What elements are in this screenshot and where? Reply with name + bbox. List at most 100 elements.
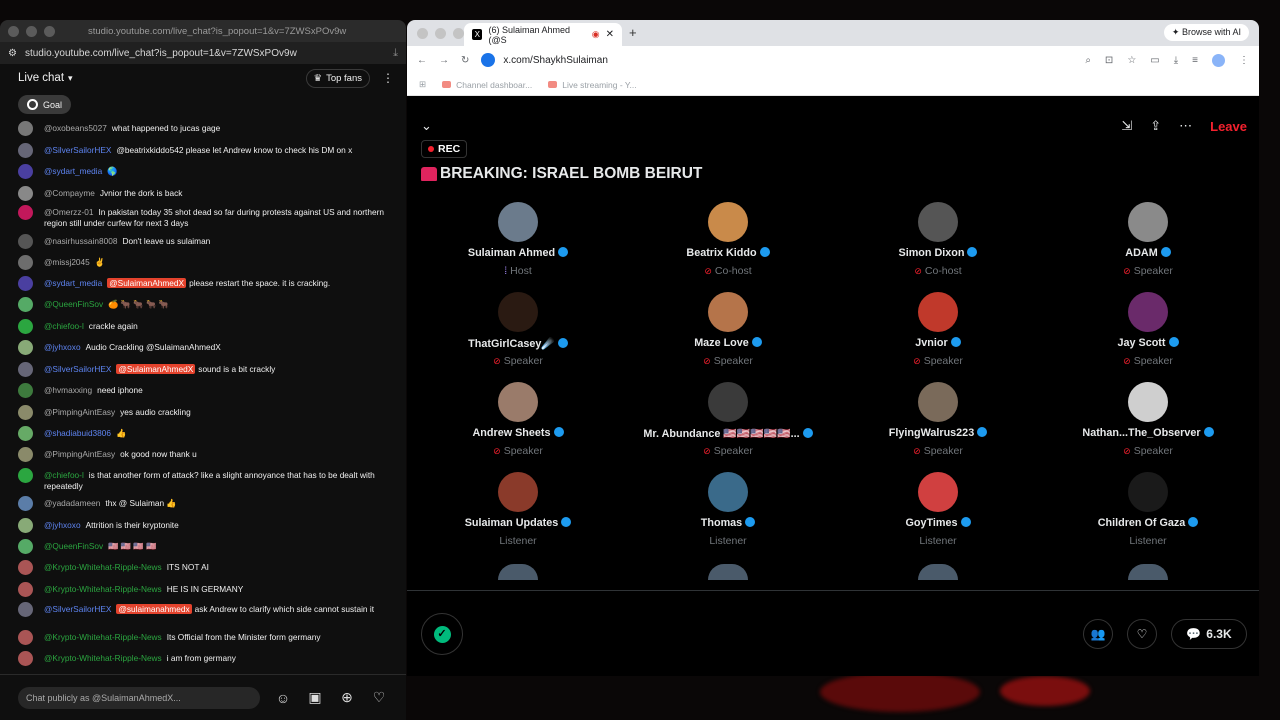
avatar[interactable] [708,564,748,580]
chat-author[interactable]: @Omerzz-01 [44,207,93,217]
chat-author[interactable]: @nasirhussain8008 [44,236,117,246]
chat-author[interactable]: @Krypto-Whitehat-Ripple-News [44,562,162,572]
avatar[interactable] [18,143,33,158]
participant[interactable]: ADAM ⊘ Speaker [1048,202,1248,277]
back-icon[interactable]: ← [417,55,427,66]
minimize-window-dot[interactable] [26,25,37,37]
avatar[interactable] [708,382,748,422]
avatar[interactable] [498,564,538,580]
sidepanel-icon[interactable]: ▭ [1150,55,1159,66]
chat-author[interactable]: @QueenFinSov [44,541,103,551]
avatar[interactable] [18,447,33,462]
chat-message[interactable]: @hvmaxxing need iphone [18,383,392,398]
participant[interactable]: Mr. Abundance 🇺🇸🇺🇸🇺🇸🇺🇸🇺🇸... ⊘ Speaker [628,382,828,457]
more-options-icon[interactable]: ⋯ [1179,118,1192,134]
address-url[interactable]: x.com/ShaykhSulaiman [503,55,608,66]
request-to-speak-button[interactable]: ✓ [421,613,463,655]
chat-author[interactable]: @sydart_media [44,166,102,176]
profile-avatar[interactable] [1212,53,1225,67]
avatar[interactable] [18,630,33,645]
add-icon[interactable]: ⊕ [338,689,356,706]
participant[interactable]: Jay Scott ⊘ Speaker [1048,292,1248,367]
avatar[interactable] [498,202,538,242]
comments-button[interactable]: 💬 6.3K [1171,619,1247,649]
minimize-space-icon[interactable]: ⇲ [1121,118,1132,134]
avatar[interactable] [918,382,958,422]
chat-author[interactable]: @missj2045 [44,257,90,267]
avatar[interactable] [18,340,33,355]
chat-message[interactable]: @SilverSailorHEX @beatrixkiddo542 please … [18,143,392,158]
close-window-dot[interactable] [417,27,428,39]
avatar[interactable] [18,186,33,201]
avatar[interactable] [708,202,748,242]
more-options-icon[interactable]: ⋮ [382,71,394,85]
people-button[interactable]: 👥 [1083,619,1113,649]
chat-message[interactable]: @sydart_media @SulaimanAhmedX please resta… [18,276,392,291]
avatar[interactable] [1128,202,1168,242]
reload-icon[interactable]: ↻ [461,55,469,66]
bookmark-live-streaming[interactable]: Live streaming - Y... [548,80,637,90]
chat-author[interactable]: @jyhxoxo [44,342,81,352]
chat-message[interactable]: @Krypto-Whitehat-Ripple-News HE IS IN GER… [18,582,392,597]
super-chat-icon[interactable]: ▣ [306,689,324,706]
chat-author[interactable]: @Krypto-Whitehat-Ripple-News [44,632,162,642]
chat-url-bar[interactable]: ⚙ studio.youtube.com/live_chat?is_popout… [0,42,406,64]
chat-author[interactable]: @QueenFinSov [44,299,103,309]
chat-author[interactable]: @yadadameen [44,498,100,508]
avatar[interactable] [1128,472,1168,512]
emoji-icon[interactable]: ☺ [274,690,292,706]
avatar[interactable] [18,383,33,398]
avatar[interactable] [18,319,33,334]
chat-author[interactable]: @PimpingAintEasy [44,407,115,417]
avatar[interactable] [498,382,538,422]
chat-author[interactable]: @SilverSailorHEX [44,364,111,374]
download-icon[interactable]: ⤓ [1174,55,1178,66]
avatar[interactable] [918,202,958,242]
address-bar[interactable]: x.com/ShaykhSulaiman [481,53,1073,67]
goal-button[interactable]: Goal [18,95,72,114]
participant[interactable]: Simon Dixon ⊘ Co-host [838,202,1038,277]
avatar[interactable] [708,292,748,332]
chat-message[interactable]: @shadiabuid3806 👍 [18,426,392,441]
avatar[interactable] [1128,564,1168,580]
chat-message[interactable]: @PimpingAintEasy ok good now thank u [18,447,392,462]
chat-author[interactable]: @oxobeans5027 [44,123,107,133]
avatar[interactable] [918,564,958,580]
chevron-down-icon[interactable]: ▾ [68,73,73,84]
avatar[interactable] [18,121,33,136]
heart-icon[interactable]: ♡ [370,689,388,706]
avatar[interactable] [498,472,538,512]
avatar[interactable] [708,472,748,512]
chat-message[interactable]: @Omerzz-01 In pakistan today 35 shot dead… [18,205,392,228]
chat-message[interactable]: @oxobeans5027 what happened to jucas gage [18,121,392,136]
live-chat-label[interactable]: Live chat [18,72,64,84]
avatar[interactable] [18,651,33,666]
forward-icon[interactable]: → [439,55,449,66]
chat-message[interactable]: @Compayme Jvnior the dork is back [18,186,392,201]
participant[interactable]: Thomas Listener [628,472,828,547]
chat-message[interactable]: @chiefoo-l is that another form of attack… [18,468,392,491]
chat-author[interactable]: @PimpingAintEasy [44,449,115,459]
browse-with-ai-button[interactable]: ✦ Browse with AI [1163,24,1249,41]
chat-message-list[interactable]: @oxobeans5027 what happened to jucas gage… [0,121,406,693]
chat-input[interactable]: Chat publicly as @SulaimanAhmedX... [18,686,260,709]
avatar[interactable] [18,539,33,554]
chat-message[interactable]: @Krypto-Whitehat-Ripple-News ITS NOT AI [18,560,392,575]
chat-author[interactable]: @jyhxoxo [44,520,81,530]
avatar[interactable] [498,292,538,332]
avatar[interactable] [18,426,33,441]
avatar[interactable] [18,496,33,511]
avatar[interactable] [918,292,958,332]
chat-author[interactable]: @chiefoo-l [44,321,84,331]
bookmark-channel-dashboard[interactable]: Channel dashboar... [442,80,532,90]
close-tab-icon[interactable]: ✕ [606,29,614,40]
extensions-icon[interactable]: ≡ [1192,55,1198,66]
participant[interactable]: Maze Love ⊘ Speaker [628,292,828,367]
avatar[interactable] [18,234,33,249]
avatar[interactable] [18,205,33,220]
avatar[interactable] [918,472,958,512]
avatar[interactable] [18,518,33,533]
avatar[interactable] [18,560,33,575]
browser-menu-icon[interactable]: ⋮ [1239,55,1249,66]
apps-icon[interactable]: ⊞ [419,79,426,90]
